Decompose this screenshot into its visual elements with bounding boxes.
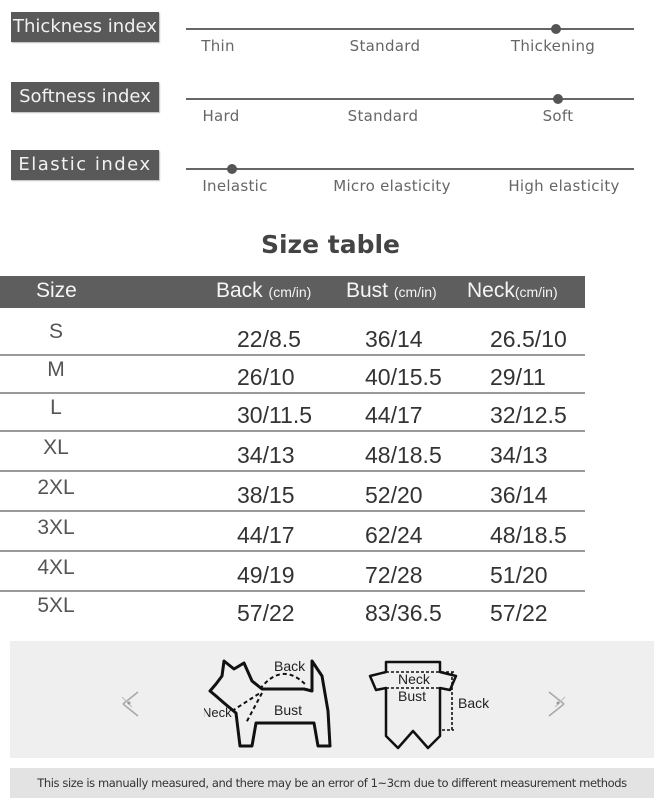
dog-bust-label: Bust	[274, 702, 302, 718]
header-back: Back (cm/in)	[216, 279, 311, 303]
cell-neck: 48/18.5	[490, 522, 567, 548]
softness-option-standard: Standard	[347, 107, 419, 125]
cell-bust: 36/14	[365, 326, 423, 352]
cell-back: 30/11.5	[237, 402, 313, 428]
garment-diagram: Neck Bust Back	[368, 660, 490, 750]
cell-back: 49/19	[237, 562, 295, 588]
cell-neck: 32/12.5	[490, 402, 567, 428]
softness-selected-dot	[553, 94, 563, 104]
cell-bust: 83/36.5	[365, 600, 442, 626]
header-neck-name: Neck	[467, 279, 515, 302]
cell-back: 26/10	[237, 364, 295, 390]
chevron-right-icon[interactable]	[545, 689, 569, 719]
cell-bust: 40/15.5	[365, 364, 442, 390]
header-bust: Bust (cm/in)	[346, 279, 437, 303]
size-table-title: Size table	[260, 230, 401, 259]
table-row: L 30/11.5 44/17 32/12.5	[0, 392, 585, 432]
cell-size: L	[50, 396, 62, 419]
header-back-unit: (cm/in)	[268, 284, 312, 300]
table-row: 3XL 44/17 62/24 48/18.5	[0, 512, 585, 552]
cell-neck: 29/11	[490, 364, 546, 390]
dog-diagram: Back Neck Bust	[204, 658, 332, 748]
elastic-selected-dot	[227, 164, 237, 174]
cell-size: 2XL	[37, 476, 75, 499]
header-bust-unit: (cm/in)	[393, 284, 437, 300]
cell-size: XL	[43, 436, 69, 459]
dog-outline	[208, 659, 332, 748]
table-row: 4XL 49/19 72/28 51/20	[0, 552, 585, 592]
garment-back-label: Back	[458, 695, 490, 711]
header-neck: Neck(cm/in)	[467, 279, 558, 303]
thickness-scale-line	[186, 28, 634, 30]
elastic-option-high: High elasticity	[508, 177, 620, 195]
table-row: XL 34/13 48/18.5 34/13	[0, 432, 585, 472]
softness-option-soft: Soft	[542, 107, 574, 125]
softness-index-label: Softness index	[11, 82, 159, 112]
cell-back: 38/15	[237, 482, 295, 508]
cell-neck: 34/13	[490, 442, 548, 468]
cell-back: 22/8.5	[237, 326, 301, 352]
garment-neck-label: Neck	[398, 671, 431, 687]
table-row: M 26/10 40/15.5 29/11	[0, 354, 585, 394]
cell-size: 4XL	[37, 556, 75, 579]
chevron-left-icon[interactable]	[118, 689, 142, 719]
cell-size: S	[48, 320, 64, 343]
table-row: 2XL 38/15 52/20 36/14	[0, 472, 585, 512]
table-row: S 22/8.5 36/14 26.5/10	[0, 316, 585, 356]
header-bust-name: Bust	[346, 279, 389, 302]
measurement-disclaimer: This size is manually measured, and ther…	[10, 768, 654, 798]
header-neck-unit: (cm/in)	[514, 284, 558, 300]
cell-size: M	[47, 358, 65, 381]
cell-neck: 51/20	[490, 562, 548, 588]
cell-bust: 62/24	[365, 522, 423, 548]
cell-bust: 48/18.5	[365, 442, 442, 468]
thickness-index-label: Thickness index	[11, 12, 159, 42]
measurement-diagram: Back Neck Bust Neck Bust Back	[10, 641, 654, 758]
table-row: 5XL 57/22 83/36.5 57/22	[0, 590, 585, 628]
dog-neck-dashed-line	[231, 692, 261, 712]
cell-neck: 36/14	[490, 482, 548, 508]
cell-neck: 57/22	[490, 600, 548, 626]
cell-back: 57/22	[237, 600, 295, 626]
cell-back: 34/13	[237, 442, 295, 468]
header-size: Size	[36, 279, 77, 303]
cell-size: 3XL	[37, 516, 75, 539]
thickness-selected-dot	[551, 24, 561, 34]
softness-index-row: Softness index Hard Standard Soft	[0, 70, 661, 130]
thickness-option-thin: Thin	[201, 37, 235, 55]
cell-bust: 72/28	[365, 562, 423, 588]
cell-bust: 52/20	[365, 482, 423, 508]
elastic-index-row: Elastic index Inelastic Micro elasticity…	[0, 138, 661, 198]
thickness-option-thickening: Thickening	[510, 37, 596, 55]
header-size-name: Size	[36, 279, 77, 302]
cell-back: 44/17	[237, 522, 295, 548]
cell-bust: 44/17	[365, 402, 423, 428]
softness-option-hard: Hard	[202, 107, 240, 125]
elastic-index-label: Elastic index	[11, 150, 159, 180]
dog-bust-dashed-line	[245, 692, 263, 724]
elastic-option-inelastic: Inelastic	[202, 177, 268, 195]
dog-neck-label: Neck	[204, 705, 232, 720]
thickness-index-row: Thickness index Thin Standard Thickening	[0, 0, 661, 60]
thickness-option-standard: Standard	[349, 37, 421, 55]
softness-scale-line	[186, 98, 634, 100]
elastic-scale-line	[186, 168, 634, 170]
size-table-header: Size Back (cm/in) Bust (cm/in) Neck(cm/i…	[0, 276, 585, 308]
dog-back-dashed-line	[259, 673, 307, 690]
header-back-name: Back	[216, 279, 263, 302]
dog-back-label: Back	[274, 658, 306, 674]
cell-size: 5XL	[37, 594, 75, 617]
elastic-option-micro: Micro elasticity	[333, 177, 451, 195]
cell-neck: 26.5/10	[490, 326, 567, 352]
garment-bust-label: Bust	[398, 688, 426, 704]
